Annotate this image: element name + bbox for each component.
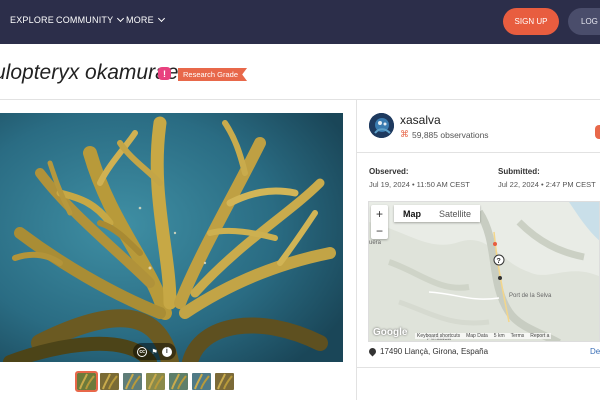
photo-thumbnail[interactable] [123, 373, 142, 390]
nav-community[interactable]: COMMUNITY [56, 14, 125, 25]
nav-more-label: MORE [126, 15, 154, 25]
follow-button[interactable] [595, 125, 600, 139]
location-text: 17490 Llançà, Girona, España [380, 347, 489, 356]
alert-badge[interactable]: ! [158, 67, 171, 80]
observed-label: Observed: [369, 167, 409, 176]
license-icon[interactable]: cc [137, 346, 148, 357]
signup-button[interactable]: SIGN UP [503, 8, 559, 35]
nav-explore[interactable]: EXPLORE [10, 15, 54, 25]
photo-controls: cc ⚑ i [133, 343, 176, 360]
nav-more[interactable]: MORE [126, 14, 165, 25]
photo-thumbnail[interactable] [146, 373, 165, 390]
location-map[interactable]: Peralada uera Port de la Selva ? [368, 201, 600, 342]
map-terrain: Peralada uera Port de la Selva ? [369, 202, 599, 341]
nearby-marker[interactable] [498, 276, 502, 280]
map-pin-icon [367, 346, 378, 357]
map-zoom-controls: + − [371, 205, 388, 239]
seaweed-photo [0, 113, 343, 362]
map-footer-data[interactable]: Map Data [466, 333, 488, 339]
column-divider [356, 100, 357, 400]
flag-icon[interactable]: ⚑ [149, 347, 159, 357]
location-details-link[interactable]: De [590, 347, 600, 356]
photo-thumbnails [75, 371, 234, 392]
map-tab-satellite[interactable]: Satellite [430, 205, 480, 222]
zoom-in-button[interactable]: + [371, 205, 388, 222]
observed-date: Jul 19, 2024 • 11:50 AM CEST [369, 180, 470, 189]
svg-text:?: ? [497, 258, 501, 265]
observation-count-label: 59,885 observations [412, 129, 489, 140]
observer-username[interactable]: xasalva [400, 113, 441, 127]
map-label-uera: uera [369, 240, 382, 246]
photo-thumbnail[interactable] [169, 373, 188, 390]
photo-thumbnail[interactable] [215, 373, 234, 390]
info-icon[interactable]: i [161, 346, 172, 357]
chevron-down-icon [157, 14, 165, 23]
observation-marker[interactable]: ? [493, 254, 505, 266]
map-footer-shortcuts[interactable]: Keyboard shortcuts [417, 333, 460, 339]
google-logo: Google [373, 327, 408, 338]
map-type-control: Map Satellite [394, 205, 481, 222]
map-footer-scale: 5 km [493, 333, 505, 339]
submitted-date: Jul 22, 2024 • 2:47 PM CEST [498, 180, 596, 189]
location-row: 17490 Llançà, Girona, España [367, 346, 489, 357]
section-divider [357, 367, 600, 368]
observation-header: ulopteryx okamurae ! Research Grade [0, 44, 600, 100]
photo-thumbnail[interactable] [75, 371, 98, 392]
map-label-port-de-la-selva: Port de la Selva [509, 293, 552, 299]
observation-photo[interactable] [0, 113, 343, 362]
nav-community-label: COMMUNITY [56, 15, 114, 25]
top-nav: EXPLORE COMMUNITY MORE SIGN UP LOG IN [0, 0, 600, 44]
avatar[interactable] [369, 113, 394, 138]
nearby-marker[interactable] [493, 242, 497, 246]
binoculars-icon: ⌘ [400, 129, 409, 139]
map-tab-map[interactable]: Map [394, 205, 430, 222]
avatar-image [369, 113, 394, 138]
login-button[interactable]: LOG IN [568, 8, 600, 35]
chevron-down-icon [117, 14, 125, 23]
map-footer-report[interactable]: Report a [530, 333, 549, 339]
quality-grade-badge: Research Grade [178, 68, 248, 81]
section-divider [357, 152, 600, 153]
map-footer-terms[interactable]: Terms [511, 333, 525, 339]
photo-thumbnail[interactable] [100, 373, 119, 390]
observer-observation-count[interactable]: ⌘ 59,885 observations [400, 129, 489, 140]
taxon-name[interactable]: ulopteryx okamurae [0, 61, 178, 85]
submitted-label: Submitted: [498, 167, 540, 176]
photo-thumbnail[interactable] [192, 373, 211, 390]
map-footer: Keyboard shortcuts Map Data 5 km Terms R… [415, 333, 552, 339]
zoom-out-button[interactable]: − [371, 222, 388, 239]
